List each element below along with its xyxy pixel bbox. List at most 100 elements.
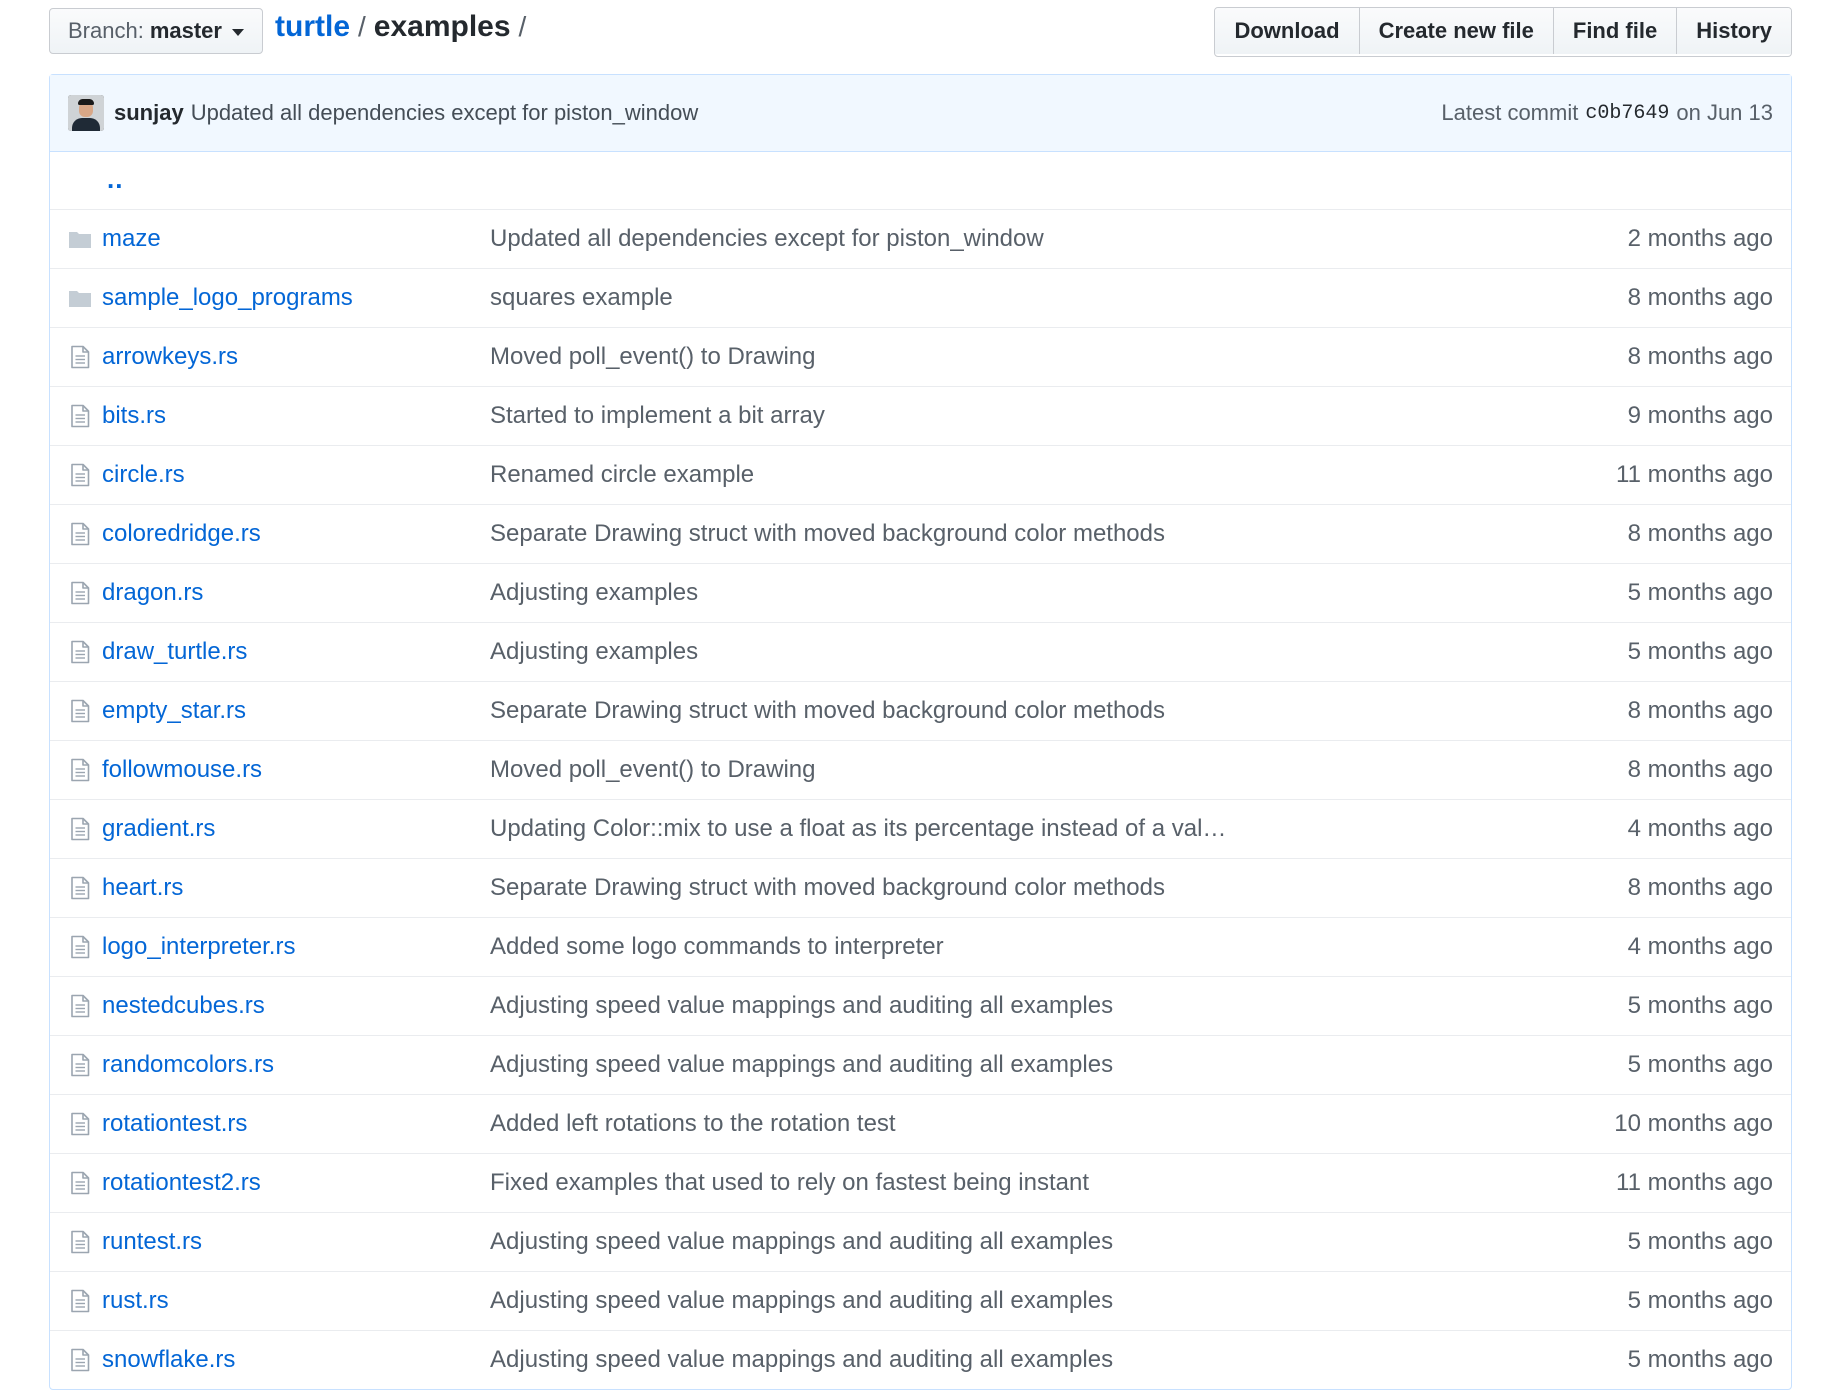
- download-button[interactable]: Download: [1215, 8, 1360, 54]
- breadcrumb-current-dir: examples: [373, 10, 511, 43]
- latest-commit: Latest commit c0b7649 on Jun 13: [1441, 100, 1773, 126]
- commit-message-link[interactable]: Adjusting speed value mappings and audit…: [490, 1051, 1113, 1079]
- commit-message-link[interactable]: Updated all dependencies except for pist…: [191, 100, 699, 126]
- commit-message-link[interactable]: Adjusting speed value mappings and audit…: [490, 1228, 1113, 1256]
- file-row: rotationtest2.rs Fixed examples that used…: [50, 1153, 1791, 1212]
- file-icon: [68, 1053, 92, 1077]
- commit-age: 8 months ago: [1627, 756, 1773, 783]
- file-link[interactable]: empty_star.rs: [102, 697, 246, 725]
- breadcrumb: turtle / examples /: [275, 10, 526, 44]
- create-new-file-button[interactable]: Create new file: [1359, 8, 1554, 54]
- file-link[interactable]: dragon.rs: [102, 579, 203, 607]
- commit-age: 5 months ago: [1627, 579, 1773, 606]
- latest-commit-label: Latest commit: [1441, 100, 1579, 125]
- file-row: bits.rs Started to implement a bit array 9…: [50, 386, 1791, 445]
- commit-sha-link[interactable]: c0b7649: [1585, 102, 1669, 125]
- avatar[interactable]: [68, 95, 104, 131]
- commit-message-link[interactable]: Updating Color::mix to use a float as it…: [490, 815, 1226, 843]
- caret-down-icon: [231, 28, 244, 36]
- branch-select-button[interactable]: Branch: master: [49, 8, 263, 54]
- file-link[interactable]: followmouse.rs: [102, 756, 262, 784]
- commit-message-link[interactable]: Adjusting speed value mappings and audit…: [490, 1346, 1113, 1374]
- file-link[interactable]: nestedcubes.rs: [102, 992, 265, 1020]
- commit-author-link[interactable]: sunjay: [114, 100, 184, 126]
- file-link[interactable]: logo_interpreter.rs: [102, 933, 295, 961]
- commit-age: 4 months ago: [1627, 815, 1773, 842]
- commit-age: 4 months ago: [1627, 933, 1773, 960]
- commit-age: 8 months ago: [1627, 520, 1773, 547]
- file-icon: [68, 640, 92, 664]
- commit-age: 8 months ago: [1627, 697, 1773, 724]
- commit-age: 5 months ago: [1627, 638, 1773, 665]
- find-file-button[interactable]: Find file: [1553, 8, 1678, 54]
- branch-prefix: Branch:: [68, 18, 144, 43]
- commit-message-link[interactable]: Adjusting speed value mappings and audit…: [490, 992, 1113, 1020]
- commit-message-link[interactable]: squares example: [490, 284, 673, 312]
- commit-message-link[interactable]: Separate Drawing struct with moved backg…: [490, 520, 1165, 548]
- directory-link[interactable]: sample_logo_programs: [102, 284, 353, 312]
- file-icon: [68, 699, 92, 723]
- file-icon: [68, 1289, 92, 1313]
- commit-message-link[interactable]: Separate Drawing struct with moved backg…: [490, 697, 1165, 725]
- file-link[interactable]: runtest.rs: [102, 1228, 202, 1256]
- file-row: coloredridge.rs Separate Drawing struct w…: [50, 504, 1791, 563]
- commit-age: 2 months ago: [1627, 225, 1773, 252]
- file-icon: [68, 1112, 92, 1136]
- file-row: heart.rs Separate Drawing struct with mov…: [50, 858, 1791, 917]
- file-link[interactable]: rust.rs: [102, 1287, 169, 1315]
- file-row: rust.rs Adjusting speed value mappings an…: [50, 1271, 1791, 1330]
- file-link[interactable]: rotationtest2.rs: [102, 1169, 261, 1197]
- commit-message-link[interactable]: Adjusting examples: [490, 638, 698, 666]
- breadcrumb-separator: /: [358, 11, 366, 42]
- commit-message-link[interactable]: Renamed circle example: [490, 461, 754, 489]
- file-link[interactable]: draw_turtle.rs: [102, 638, 247, 666]
- commit-age: 5 months ago: [1627, 1287, 1773, 1314]
- file-icon: [68, 345, 92, 369]
- file-link[interactable]: snowflake.rs: [102, 1346, 235, 1374]
- commit-message-link[interactable]: Adjusting examples: [490, 579, 698, 607]
- parent-directory-link[interactable]: ..: [107, 164, 123, 195]
- commit-message-link[interactable]: Updated all dependencies except for pist…: [490, 225, 1044, 253]
- commit-message-link[interactable]: Separate Drawing struct with moved backg…: [490, 874, 1165, 902]
- file-row: randomcolors.rs Adjusting speed value map…: [50, 1035, 1791, 1094]
- commit-age: 5 months ago: [1627, 992, 1773, 1019]
- commit-message-link[interactable]: Added left rotations to the rotation tes…: [490, 1110, 896, 1138]
- commit-message-link[interactable]: Started to implement a bit array: [490, 402, 825, 430]
- file-link[interactable]: rotationtest.rs: [102, 1110, 247, 1138]
- commit-age: 10 months ago: [1614, 1110, 1773, 1137]
- commit-age: 5 months ago: [1627, 1346, 1773, 1373]
- commit-age: 5 months ago: [1627, 1228, 1773, 1255]
- file-actions-button-group: Download Create new file Find file Histo…: [1214, 7, 1792, 57]
- commit-message-link[interactable]: Moved poll_event() to Drawing: [490, 343, 816, 371]
- file-row: snowflake.rs Adjusting speed value mappin…: [50, 1330, 1791, 1389]
- commit-message-link[interactable]: Added some logo commands to interpreter: [490, 933, 944, 961]
- file-row: rotationtest.rs Added left rotations to t…: [50, 1094, 1791, 1153]
- file-row: draw_turtle.rs Adjusting examples 5 months…: [50, 622, 1791, 681]
- file-row: followmouse.rs Moved poll_event() to Draw…: [50, 740, 1791, 799]
- file-row: nestedcubes.rs Adjusting speed value mapp…: [50, 976, 1791, 1035]
- file-link[interactable]: arrowkeys.rs: [102, 343, 238, 371]
- commit-message-link[interactable]: Adjusting speed value mappings and audit…: [490, 1287, 1113, 1315]
- folder-icon: [68, 286, 92, 310]
- commit-message-link[interactable]: Fixed examples that used to rely on fast…: [490, 1169, 1089, 1197]
- file-row: runtest.rs Adjusting speed value mappings…: [50, 1212, 1791, 1271]
- commit-age: 11 months ago: [1616, 461, 1773, 488]
- file-link[interactable]: gradient.rs: [102, 815, 215, 843]
- file-row: gradient.rs Updating Color::mix to use a …: [50, 799, 1791, 858]
- commit-message-link[interactable]: Moved poll_event() to Drawing: [490, 756, 816, 784]
- history-button[interactable]: History: [1677, 8, 1791, 54]
- file-link[interactable]: circle.rs: [102, 461, 185, 489]
- file-link[interactable]: heart.rs: [102, 874, 183, 902]
- file-link[interactable]: bits.rs: [102, 402, 166, 430]
- directory-link[interactable]: maze: [102, 225, 161, 253]
- file-row: logo_interpreter.rs Added some logo comma…: [50, 917, 1791, 976]
- file-table: sunjay Updated all dependencies except f…: [49, 74, 1792, 1390]
- commit-date: on Jun 13: [1676, 100, 1773, 125]
- file-icon: [68, 463, 92, 487]
- file-link[interactable]: randomcolors.rs: [102, 1051, 274, 1079]
- breadcrumb-repo-link[interactable]: turtle: [275, 10, 350, 44]
- file-row: arrowkeys.rs Moved poll_event() to Drawin…: [50, 327, 1791, 386]
- file-link[interactable]: coloredridge.rs: [102, 520, 261, 548]
- file-row: circle.rs Renamed circle example 11 months…: [50, 445, 1791, 504]
- file-icon: [68, 758, 92, 782]
